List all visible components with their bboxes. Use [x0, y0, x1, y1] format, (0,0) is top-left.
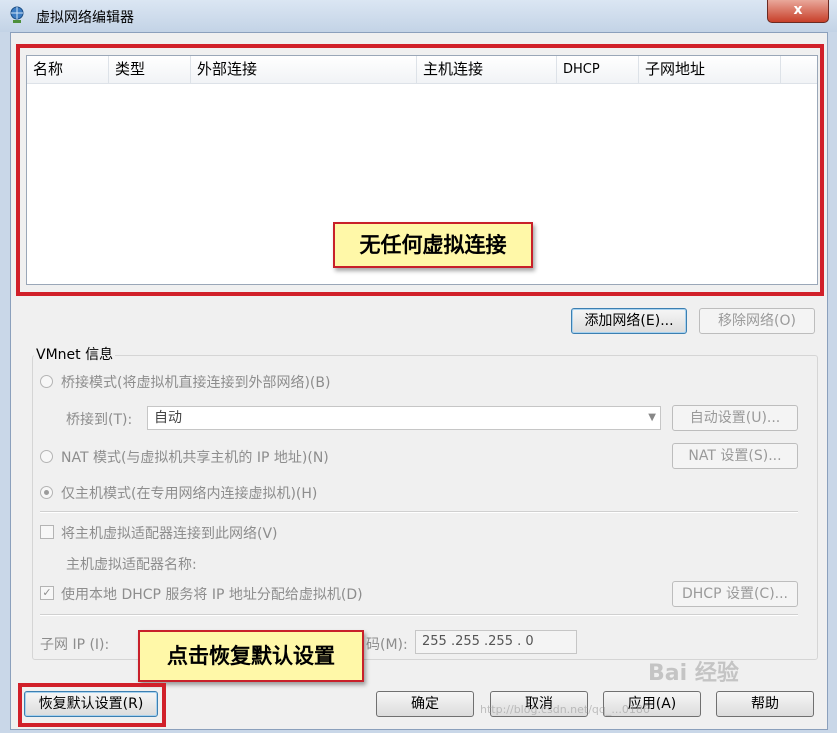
subnet-mask-label: 码(M):	[366, 637, 408, 653]
bridged-mode-radio[interactable]	[40, 375, 53, 388]
help-button[interactable]: 帮助	[716, 691, 814, 717]
adapter-name-label: 主机虚拟适配器名称:	[66, 557, 197, 573]
dhcp-settings-button[interactable]: DHCP 设置(C)...	[672, 581, 798, 607]
subnet-mask-field[interactable]: 255 .255 .255 . 0	[415, 630, 577, 654]
bridged-mode-label: 桥接模式(将虚拟机直接连接到外部网络)(B)	[61, 375, 331, 391]
hostonly-mode-radio[interactable]	[40, 486, 53, 499]
connect-adapter-checkbox[interactable]	[40, 525, 54, 539]
bridged-to-label: 桥接到(T):	[66, 412, 133, 428]
bridged-to-select[interactable]: 自动 ▼	[147, 406, 661, 430]
click-restore-callout: 点击恢复默认设置	[138, 630, 364, 682]
remove-network-button[interactable]: 移除网络(O)	[699, 308, 815, 334]
vmnet-info-title: VMnet 信息	[34, 344, 116, 364]
hostonly-mode-label: 仅主机模式(在专用网络内连接虚拟机)(H)	[61, 486, 318, 502]
restore-highlight-box	[18, 683, 166, 727]
close-button[interactable]: x	[767, 0, 829, 23]
virtual-network-editor-window: 虚拟网络编辑器 x 名称 类型 外部连接 主机连接 DHCP 子网地址 无任何虚…	[0, 0, 837, 733]
nat-settings-button[interactable]: NAT 设置(S)...	[672, 443, 798, 469]
url-watermark: http://blog.csdn.net/qq_...0186	[480, 703, 650, 716]
nat-mode-radio[interactable]	[40, 450, 53, 463]
title-bar[interactable]: 虚拟网络编辑器 x	[0, 0, 837, 32]
separator	[40, 511, 798, 513]
baidu-watermark-logo: Bai 经验	[648, 661, 739, 686]
auto-settings-button[interactable]: 自动设置(U)...	[672, 405, 798, 431]
connect-adapter-label: 将主机虚拟适配器连接到此网络(V)	[61, 526, 278, 542]
bridged-to-value: 自动	[154, 410, 182, 426]
network-globe-icon	[10, 6, 24, 23]
window-title: 虚拟网络编辑器	[36, 10, 134, 26]
no-connection-callout: 无任何虚拟连接	[333, 222, 533, 268]
separator	[40, 614, 798, 616]
nat-mode-label: NAT 模式(与虚拟机共享主机的 IP 地址)(N)	[61, 450, 329, 466]
dhcp-label: 使用本地 DHCP 服务将 IP 地址分配给虚拟机(D)	[61, 587, 363, 603]
add-network-button[interactable]: 添加网络(E)...	[571, 308, 687, 334]
subnet-ip-label: 子网 IP (I):	[40, 637, 110, 653]
dhcp-checkbox[interactable]: ✓	[40, 586, 54, 600]
chevron-down-icon: ▼	[648, 412, 656, 423]
ok-button[interactable]: 确定	[376, 691, 474, 717]
close-icon: x	[793, 2, 803, 18]
